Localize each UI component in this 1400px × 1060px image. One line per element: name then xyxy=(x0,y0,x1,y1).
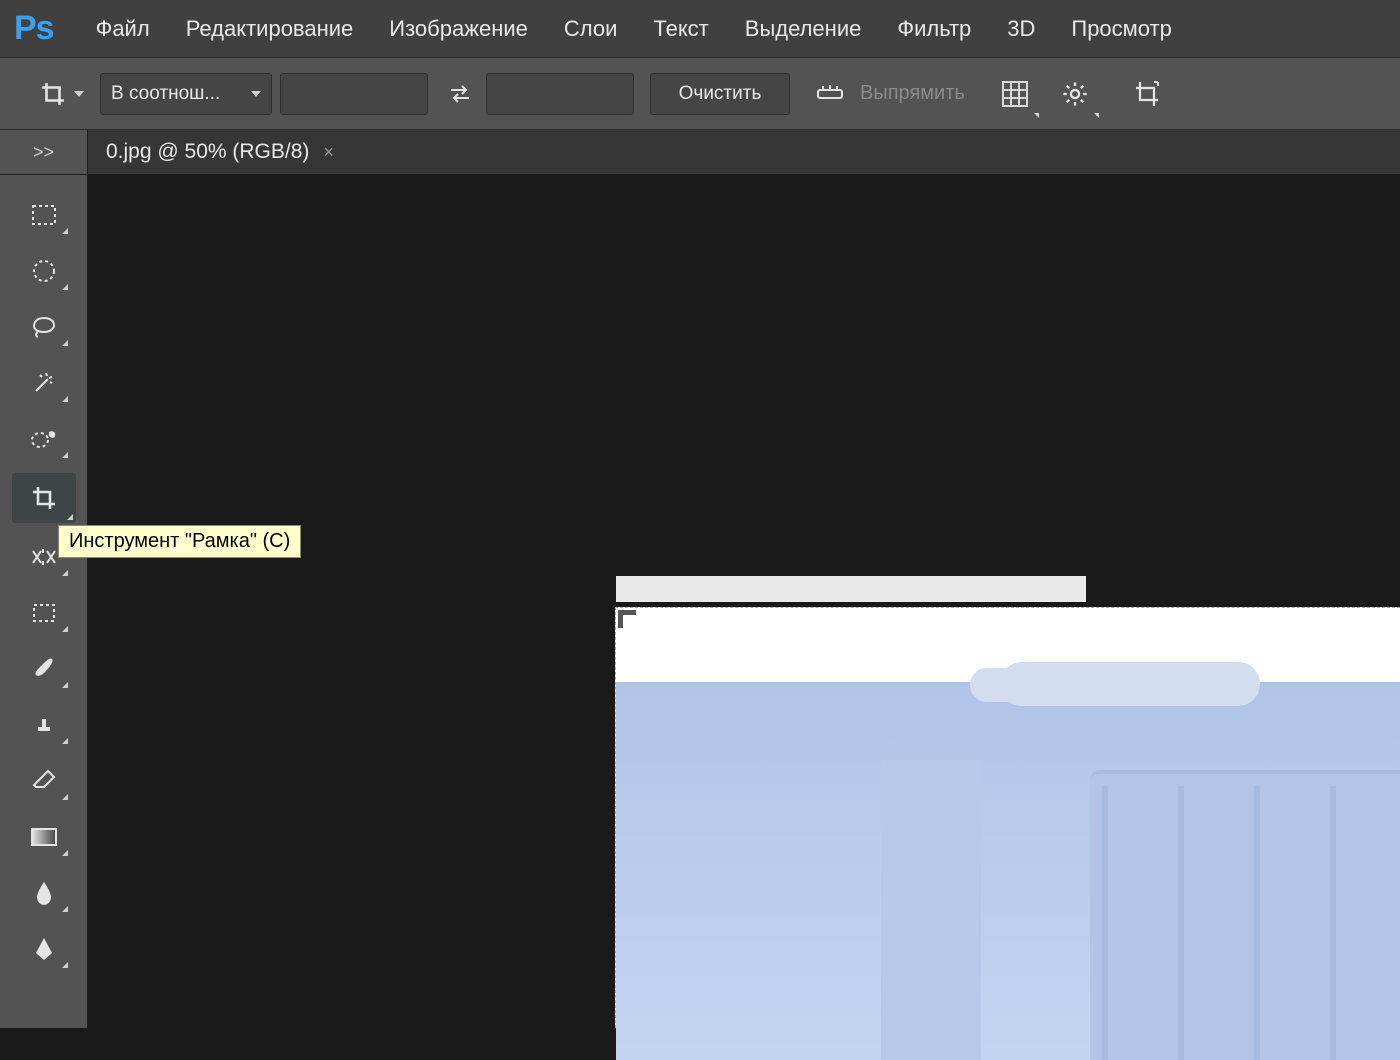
options-bar: В соотнош... Очистить Выпрямить xyxy=(0,58,1400,130)
crop-settings-button[interactable] xyxy=(1053,72,1097,116)
crop-height-input[interactable] xyxy=(486,73,634,115)
magic-wand-icon xyxy=(30,369,58,397)
gear-icon xyxy=(1061,80,1089,108)
chevron-down-icon xyxy=(251,91,261,97)
straighten-label: Выпрямить xyxy=(860,82,965,105)
toolbar-expand-button[interactable]: >> xyxy=(0,130,88,174)
tool-artboard[interactable] xyxy=(17,591,71,635)
clear-crop-button[interactable]: Очистить xyxy=(650,73,790,115)
menu-type[interactable]: Текст xyxy=(635,6,726,52)
chevron-down-icon xyxy=(74,91,84,97)
canvas-area[interactable] xyxy=(88,175,1400,1028)
document-tab-title: 0.jpg @ 50% (RGB/8) xyxy=(106,140,309,164)
menu-image[interactable]: Изображение xyxy=(371,6,546,52)
tool-gradient[interactable] xyxy=(17,815,71,859)
clone-stamp-icon xyxy=(30,711,58,739)
main-area: Инструмент "Рамка" (C) xyxy=(0,175,1400,1028)
lasso-icon xyxy=(30,314,58,340)
frame-icon xyxy=(29,545,59,569)
tool-elliptical-marquee[interactable] xyxy=(17,249,71,293)
crop-overlay-button[interactable] xyxy=(993,72,1037,116)
menu-layers[interactable]: Слои xyxy=(546,6,636,52)
close-tab-button[interactable]: × xyxy=(323,142,334,163)
crop-alt-icon xyxy=(1132,80,1162,108)
image-content-region xyxy=(616,640,1400,1060)
pen-icon xyxy=(32,935,56,963)
image-document[interactable] xyxy=(615,607,1400,1028)
grid-icon xyxy=(1000,79,1030,109)
image-content-region xyxy=(616,576,1086,602)
crop-aspect-dropdown[interactable]: В соотнош... xyxy=(100,73,272,115)
quick-selection-icon xyxy=(29,426,59,452)
image-content-region xyxy=(1090,770,1400,1060)
tool-lasso[interactable] xyxy=(17,305,71,349)
rectangular-marquee-icon xyxy=(31,204,57,226)
menu-edit[interactable]: Редактирование xyxy=(168,6,372,52)
tool-pen[interactable] xyxy=(17,927,71,971)
brush-icon xyxy=(30,655,58,683)
image-content-region xyxy=(1000,662,1260,706)
crop-icon xyxy=(30,484,58,512)
menu-bar: Ps Файл Редактирование Изображение Слои … xyxy=(0,0,1400,58)
tool-magic-wand[interactable] xyxy=(17,361,71,405)
straighten-tool-button[interactable] xyxy=(808,72,852,116)
elliptical-marquee-icon xyxy=(31,258,57,284)
swap-arrows-icon xyxy=(448,84,472,104)
crop-handle-top-left[interactable] xyxy=(618,610,636,628)
tool-quick-selection[interactable] xyxy=(17,417,71,461)
options-crop-tool-indicator[interactable] xyxy=(40,81,84,107)
eraser-icon xyxy=(30,769,58,793)
tool-blur[interactable] xyxy=(17,871,71,915)
menu-file[interactable]: Файл xyxy=(78,6,168,52)
crop-extra-button[interactable] xyxy=(1125,72,1169,116)
tool-crop[interactable] xyxy=(12,473,76,523)
crop-aspect-dropdown-label: В соотнош... xyxy=(111,83,220,105)
gradient-icon xyxy=(30,826,58,848)
tools-panel xyxy=(0,175,88,1028)
swap-dimensions-button[interactable] xyxy=(440,74,480,114)
menu-select[interactable]: Выделение xyxy=(727,6,880,52)
straighten-icon xyxy=(815,82,845,106)
tool-brush[interactable] xyxy=(17,647,71,691)
document-tab-bar: >> 0.jpg @ 50% (RGB/8) × xyxy=(0,130,1400,175)
artboard-icon xyxy=(30,601,58,625)
tool-rectangular-marquee[interactable] xyxy=(17,193,71,237)
crop-width-input[interactable] xyxy=(280,73,428,115)
menu-view[interactable]: Просмотр xyxy=(1053,6,1189,52)
crop-icon xyxy=(40,81,66,107)
droplet-icon xyxy=(34,879,54,907)
app-logo: Ps xyxy=(14,9,54,48)
tool-clone-stamp[interactable] xyxy=(17,703,71,747)
menu-3d[interactable]: 3D xyxy=(989,6,1053,52)
tool-tooltip: Инструмент "Рамка" (C) xyxy=(58,525,301,558)
image-content-region xyxy=(881,760,981,1060)
tool-eraser[interactable] xyxy=(17,759,71,803)
menu-filter[interactable]: Фильтр xyxy=(879,6,989,52)
document-tab[interactable]: 0.jpg @ 50% (RGB/8) × xyxy=(88,130,348,174)
